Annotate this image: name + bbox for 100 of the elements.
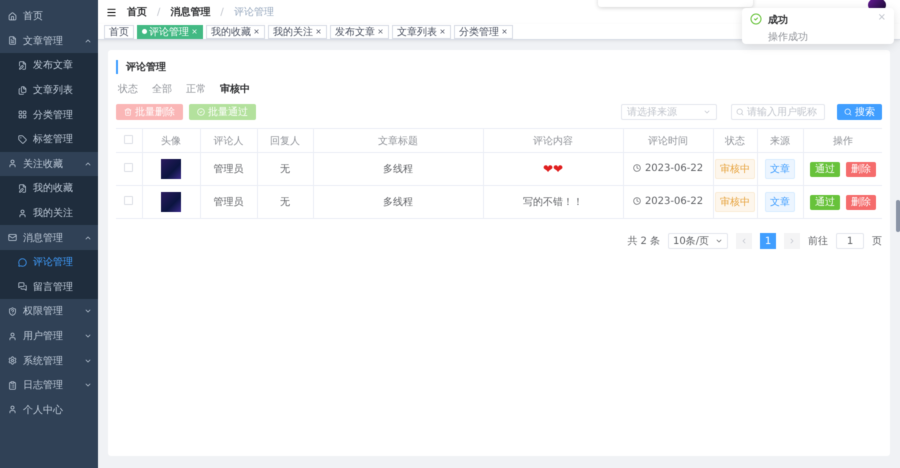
close-icon[interactable]	[253, 28, 260, 35]
success-icon	[750, 13, 762, 25]
column-header: 状态	[725, 136, 745, 146]
sidebar-item[interactable]: 发布文章	[0, 53, 98, 78]
close-icon[interactable]	[439, 28, 446, 35]
table-cell: 多线程	[383, 164, 413, 175]
chevron-down-icon	[703, 108, 711, 116]
document-edit-icon	[18, 184, 27, 193]
tab[interactable]: 首页	[104, 24, 134, 38]
sidebar-item[interactable]: 权限管理	[0, 299, 98, 324]
source-tag: 文章	[765, 159, 795, 179]
clipboard-icon	[8, 380, 17, 390]
column-header: 回复人	[270, 136, 300, 146]
sidebar-item[interactable]: 我的关注	[0, 200, 98, 226]
sidebar-item[interactable]: 系统管理	[0, 348, 98, 373]
tab[interactable]: 文章列表	[392, 24, 451, 38]
sidebar-item[interactable]: 分类管理	[0, 102, 98, 127]
shield-icon	[8, 306, 17, 316]
filter-option[interactable]: 审核中	[220, 82, 250, 96]
settings-icon	[8, 356, 17, 366]
sidebar-item[interactable]: 我的收藏	[0, 176, 98, 201]
chat-bubble-icon	[18, 258, 27, 267]
clock-icon	[632, 197, 641, 206]
chevron-down-icon	[715, 237, 723, 245]
tag-icon	[18, 134, 27, 144]
table-cell: 2023-06-22	[644, 196, 704, 207]
status-tag: 审核中	[715, 192, 755, 212]
filter-option[interactable]: 正常	[186, 82, 206, 96]
close-icon[interactable]	[315, 28, 322, 35]
column-header: 评论内容	[533, 136, 573, 146]
clock-icon	[632, 164, 641, 172]
photo-placeholder	[161, 192, 181, 212]
sidebar-item[interactable]: 文章列表	[0, 78, 98, 102]
status-tag: 审核中	[715, 159, 755, 179]
mail-icon	[8, 233, 17, 242]
chat-bubbles-icon	[18, 282, 27, 292]
user-icon	[8, 405, 17, 414]
total-count: 共 2 条	[627, 234, 660, 248]
photo-placeholder	[161, 159, 181, 179]
column-header: 操作	[832, 136, 853, 146]
table-cell: 管理员	[214, 197, 244, 208]
checkbox[interactable]	[124, 163, 134, 172]
page-size-select[interactable]: 10条/页	[668, 233, 728, 249]
sidebar-item[interactable]: 文章管理	[0, 28, 98, 54]
tab[interactable]: 发布文章	[330, 24, 389, 38]
home-icon	[8, 12, 17, 21]
documents-icon	[18, 86, 27, 95]
column-header: 评论人	[214, 136, 244, 146]
table-cell: 写的不错！！	[523, 197, 583, 208]
trash-icon	[124, 108, 132, 116]
search-icon	[736, 108, 744, 116]
breadcrumb-separator: /	[157, 6, 160, 18]
chevron-left-icon	[740, 237, 748, 245]
sidebar-item[interactable]: 标签管理	[0, 126, 98, 152]
notification-message: 操作成功	[768, 30, 808, 44]
column-header: 评论时间	[648, 136, 688, 146]
sidebar-item[interactable]: 用户管理	[0, 324, 98, 348]
check-circle-icon	[197, 108, 205, 116]
user-icon	[8, 159, 17, 168]
column-header: 头像	[161, 136, 181, 146]
user-icon	[18, 208, 27, 218]
sidebar-item[interactable]: 留言管理	[0, 274, 98, 300]
card-title: 评论管理	[116, 60, 882, 74]
table-cell: 无	[280, 164, 290, 175]
document-icon	[8, 36, 17, 46]
table-cell: 2023-06-22	[644, 162, 704, 174]
close-icon[interactable]	[501, 28, 508, 35]
filter-label: 状态	[118, 82, 138, 96]
source-tag: 文章	[765, 192, 795, 212]
search-icon	[844, 108, 852, 116]
checkbox[interactable]	[124, 196, 134, 205]
table-cell: 多线程	[383, 197, 413, 208]
tab[interactable]: 分类管理	[454, 24, 513, 38]
column-header: 来源	[770, 136, 790, 146]
sidebar-item[interactable]: 个人中心	[0, 398, 98, 422]
goto-suffix: 页	[872, 235, 882, 248]
tab[interactable]: 我的收藏	[206, 24, 265, 38]
goto-label: 前往	[808, 234, 828, 248]
close-icon[interactable]	[377, 28, 384, 35]
checkbox[interactable]	[124, 134, 134, 144]
tab[interactable]: 我的关注	[268, 24, 327, 38]
chevron-right-icon	[788, 237, 796, 245]
breadcrumb-link[interactable]: 首页	[127, 5, 147, 19]
sidebar-item[interactable]: 评论管理	[0, 250, 98, 275]
notification-title: 成功	[768, 14, 789, 27]
scrollbar[interactable]	[896, 200, 900, 232]
sidebar-item[interactable]: 日志管理	[0, 372, 98, 398]
table-cell: 管理员	[214, 164, 244, 175]
page-input[interactable]: 1	[836, 233, 864, 249]
table-cell: 无	[280, 197, 290, 208]
sidebar-item[interactable]: 消息管理	[0, 225, 98, 250]
sidebar-item[interactable]: 首页	[0, 4, 98, 29]
breadcrumb-separator: /	[220, 6, 224, 18]
grid-icon	[18, 110, 27, 120]
table-cell: ❤❤	[542, 162, 564, 176]
breadcrumb-link[interactable]: 消息管理	[170, 5, 210, 19]
sidebar-item[interactable]: 关注收藏	[0, 152, 98, 176]
user-icon	[8, 332, 17, 341]
menu-icon[interactable]	[106, 6, 117, 18]
column-header: 文章标题	[378, 136, 418, 146]
